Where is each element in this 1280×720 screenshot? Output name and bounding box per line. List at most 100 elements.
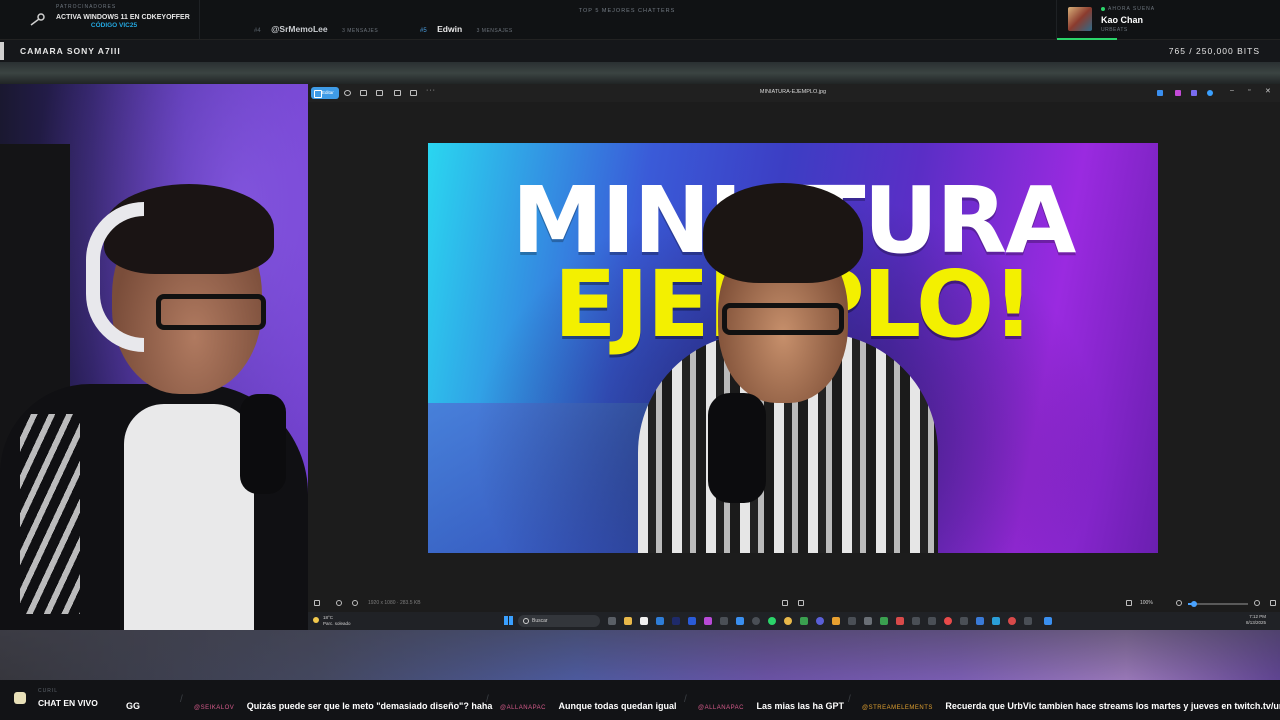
separator: / (180, 694, 183, 705)
sponsor-panel: PATROCINADORES ACTIVA WINDOWS 11 EN CDKE… (0, 0, 200, 40)
edit-button[interactable]: Editar (311, 87, 339, 99)
photos-toolbar: Editar ··· MINIATURA-EJEMPLO.jpg – ▫ ✕ (308, 84, 1280, 102)
image-info: 1920 x 1080 · 283.5 KB (368, 600, 421, 606)
chat-text: Aunque todas quedan igual (558, 701, 677, 711)
minimize-icon[interactable]: – (1230, 87, 1234, 94)
filmstrip-icon[interactable] (314, 600, 320, 606)
ambient-strip (0, 62, 1280, 84)
glasses (156, 294, 266, 330)
chat-text: Quizás puede ser que le meto "demasiado … (246, 701, 493, 711)
onedrive-icon[interactable] (1207, 90, 1213, 96)
app-icon[interactable] (960, 617, 968, 625)
slideshow-icon[interactable] (394, 90, 401, 96)
maximize-icon[interactable]: ▫ (1248, 87, 1250, 94)
sheets-icon[interactable] (800, 617, 808, 625)
lower-blur (0, 630, 1280, 680)
app-icon[interactable] (928, 617, 936, 625)
rotate-icon[interactable] (344, 90, 351, 96)
spotify-icon[interactable] (768, 617, 776, 625)
fit-icon[interactable] (782, 600, 788, 606)
info-icon[interactable] (352, 600, 358, 606)
app-icon[interactable] (944, 617, 952, 625)
chat-message: @SEIKALOV Quizás puede ser que le meto "… (194, 696, 492, 714)
app-icon[interactable] (976, 617, 984, 625)
file-explorer-icon[interactable] (624, 617, 632, 625)
now-playing-panel: AHORA SUENA Kao Chan URBEATS (1056, 0, 1280, 40)
chat-sub-label: CURIL (38, 688, 59, 694)
zoom-level[interactable]: 100% (1140, 600, 1153, 606)
top-chatter-item: #4 @SrMemoLee 3 MENSAJES (254, 19, 378, 34)
edge-icon[interactable] (656, 617, 664, 625)
microphone (240, 394, 286, 494)
windows-start-icon[interactable] (504, 616, 513, 625)
thumbnail-microphone (708, 393, 766, 503)
separator: / (684, 694, 687, 705)
app-icon[interactable] (1008, 617, 1016, 625)
jacket-stripes (20, 414, 80, 614)
chatter-rank: #5 (420, 28, 427, 34)
windows-taskbar: 18°C Parc. soleado Buscar 7:12 PM 8/13/2… (308, 612, 1280, 630)
obs-icon[interactable] (848, 617, 856, 625)
photos-icon[interactable] (1044, 617, 1052, 625)
album-art (1068, 7, 1092, 31)
blender-icon[interactable] (832, 617, 840, 625)
chat-message: @ALLANAPAC Aunque todas quedan igual (500, 696, 676, 714)
delete-icon[interactable] (360, 90, 367, 96)
top-bar: PATROCINADORES ACTIVA WINDOWS 11 EN CDKE… (0, 0, 1280, 40)
chrome-icon[interactable] (784, 617, 792, 625)
premiere-icon[interactable] (672, 617, 680, 625)
favorite-icon[interactable] (336, 600, 342, 606)
chat-message: @STREAMELEMENTS Recuerda que UrbVic tamb… (862, 696, 1280, 714)
share-icon[interactable] (410, 90, 417, 96)
app-icon[interactable] (896, 617, 904, 625)
chat-user: @ALLANAPAC (500, 705, 546, 711)
notepad-icon[interactable] (640, 617, 648, 625)
zoom-in-icon[interactable] (1254, 600, 1260, 606)
app-icon[interactable] (912, 617, 920, 625)
photos-app-window: Editar ··· MINIATURA-EJEMPLO.jpg – ▫ ✕ M… (308, 84, 1280, 630)
chat-message: GG (118, 696, 140, 714)
thumbnail-person-glasses (722, 303, 844, 335)
app-icon[interactable] (704, 617, 712, 625)
terminal-icon[interactable] (864, 617, 872, 625)
photoshop-icon[interactable] (688, 617, 696, 625)
print-icon[interactable] (376, 90, 383, 96)
discord-icon[interactable] (816, 617, 824, 625)
chat-user: @SEIKALOV (194, 705, 235, 711)
zoom-out-icon[interactable] (1176, 600, 1182, 606)
fullscreen-icon[interactable] (1270, 600, 1276, 606)
chatter-rank: #4 (254, 28, 261, 34)
thumbnail-person-hair (703, 183, 863, 283)
bits-counter: 765 / 250,000 BITS (1168, 46, 1260, 56)
chat-ticker: CURIL CHAT EN VIVO GG / @SEIKALOV Quizás… (0, 680, 1280, 720)
photos-icon[interactable] (992, 617, 1000, 625)
weather-desc: Parc. soleado (323, 621, 351, 626)
app-icon[interactable] (1024, 617, 1032, 625)
file-name: MINIATURA-EJEMPLO.jpg (759, 89, 827, 95)
taskbar-search[interactable]: Buscar (518, 615, 600, 627)
compare-icon[interactable] (798, 600, 804, 606)
task-view-icon[interactable] (608, 617, 616, 625)
chat-label: CHAT EN VIVO (38, 698, 98, 708)
chat-text: Las mias las ha GPT (756, 701, 844, 711)
top-chatter-item: #5 Edwin 3 MENSAJES (420, 19, 513, 34)
sponsor-line2: CÓDIGO VIC25 (90, 22, 138, 29)
settings-icon[interactable] (720, 617, 728, 625)
weather-widget[interactable]: 18°C Parc. soleado (313, 615, 351, 627)
camera-bar: CAMARA SONY A7III 765 / 250,000 BITS (0, 40, 1280, 62)
more-options-icon[interactable]: ··· (426, 87, 436, 94)
zoom-slider-knob[interactable] (1191, 601, 1197, 607)
vscode-icon[interactable] (736, 617, 744, 625)
chat-user: @ALLANAPAC (698, 705, 744, 711)
designer-icon[interactable] (1191, 90, 1197, 96)
taskbar-clock[interactable]: 7:12 PM 8/13/2025 (1246, 614, 1266, 626)
chat-text: Recuerda que UrbVic tambien hace streams… (945, 701, 1280, 711)
steam-icon[interactable] (752, 617, 760, 625)
clipchamp-icon[interactable] (1175, 90, 1181, 96)
app-icon[interactable] (880, 617, 888, 625)
chatter-name: @SrMemoLee (271, 24, 328, 34)
actual-size-icon[interactable] (1126, 600, 1132, 606)
zoom-slider[interactable] (1188, 601, 1248, 607)
close-icon[interactable]: ✕ (1265, 87, 1271, 95)
sync-icon[interactable] (1157, 90, 1163, 96)
